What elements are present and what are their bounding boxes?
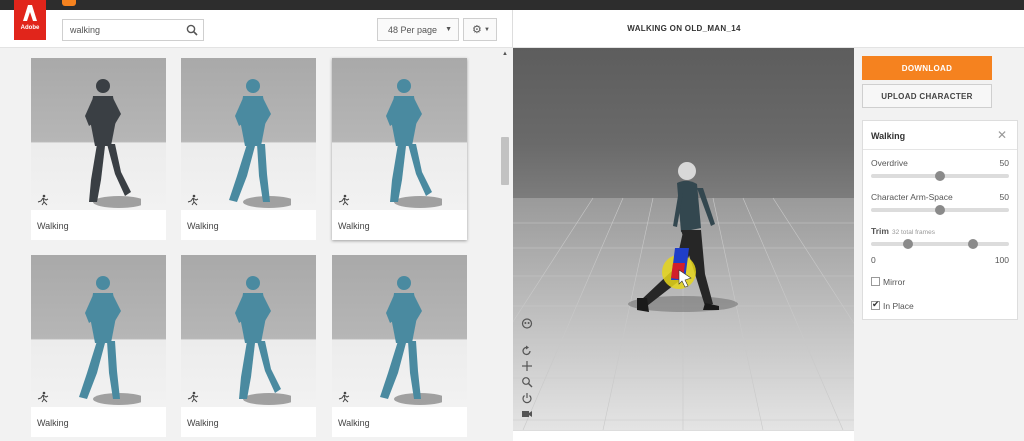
mirror-label: Mirror [883, 277, 906, 287]
camera-icon[interactable] [521, 408, 533, 420]
scrollbar-thumb[interactable] [501, 137, 509, 185]
adobe-a-icon [23, 5, 37, 21]
3d-viewport[interactable] [513, 48, 854, 430]
running-man-icon [338, 194, 350, 206]
viewport-bottom-bar [513, 430, 854, 441]
per-page-select[interactable]: 48 Per page ▼ [377, 18, 459, 41]
in-place-checkbox[interactable] [871, 299, 880, 310]
running-man-icon [37, 194, 49, 206]
trim-max: 100 [994, 255, 1009, 265]
animation-label: Walking [187, 221, 219, 231]
mirror-checkbox[interactable] [871, 277, 880, 286]
slider-knob[interactable] [935, 205, 945, 215]
animation-thumbnail[interactable] [31, 58, 166, 210]
viewport-scene [513, 162, 854, 430]
animation-thumbnail[interactable] [332, 58, 467, 210]
in-place-option[interactable]: In Place [871, 299, 914, 311]
search-icon[interactable] [186, 24, 198, 36]
animation-card[interactable]: Walking [332, 58, 467, 240]
animation-card[interactable]: Walking [31, 58, 166, 240]
animation-card[interactable]: Walking [181, 58, 316, 240]
animation-card[interactable]: Walking [31, 255, 166, 437]
animation-grid: Walking Walking Walking Walking Walking … [0, 48, 498, 441]
power-icon[interactable] [521, 392, 533, 404]
animation-settings-panel: Walking ✕ Overdrive 50 Character Arm-Spa… [862, 120, 1018, 320]
running-man-icon [187, 194, 199, 206]
animation-label: Walking [37, 418, 69, 428]
trim-label: Trim 32 total frames [871, 226, 935, 236]
animation-label: Walking [338, 418, 370, 428]
settings-title: Walking [871, 131, 906, 141]
character-preview [380, 276, 442, 405]
mirror-option[interactable]: Mirror [871, 277, 905, 287]
animation-label: Walking [37, 221, 69, 231]
viewport-title: WALKING ON OLD_MAN_14 [627, 24, 741, 33]
animation-thumbnail[interactable] [332, 255, 467, 407]
in-place-label: In Place [883, 301, 914, 311]
gear-icon: ⚙ [472, 24, 482, 36]
trim-frames: 32 total frames [891, 229, 935, 236]
top-bar [0, 0, 1024, 10]
upload-character-button[interactable]: UPLOAD CHARACTER [862, 84, 992, 108]
settings-menu-button[interactable]: ⚙ ▼ [463, 18, 497, 41]
running-man-icon [37, 391, 49, 403]
library-scrollbar[interactable]: ▲ [498, 48, 512, 441]
trim-slider[interactable] [871, 239, 1009, 249]
library-header: 48 Per page ▼ ⚙ ▼ [0, 10, 512, 48]
animation-label: Walking [187, 418, 219, 428]
running-man-icon [187, 391, 199, 403]
animation-thumbnail[interactable] [31, 255, 166, 407]
slider-knob[interactable] [935, 171, 945, 181]
trim-end-knob[interactable] [968, 239, 979, 249]
animation-label: Walking [338, 221, 370, 231]
character-preview [79, 276, 141, 405]
arm-space-value: 50 [999, 192, 1009, 202]
arm-space-slider[interactable] [871, 205, 1009, 215]
search-input[interactable] [63, 20, 181, 40]
reset-view-icon[interactable] [521, 345, 533, 357]
character-preview [229, 79, 291, 208]
caret-down-icon: ▼ [445, 26, 452, 33]
trim-start-knob[interactable] [903, 239, 914, 249]
zoom-icon[interactable] [521, 376, 533, 388]
caret-down-icon: ▼ [484, 27, 490, 33]
animation-card[interactable]: Walking [181, 255, 316, 437]
mixamo-logo[interactable] [62, 0, 76, 6]
arm-space-label: Character Arm-Space [871, 192, 953, 202]
adobe-logo-text: Adobe [20, 25, 40, 31]
skeleton-icon[interactable] [521, 318, 533, 330]
overdrive-label: Overdrive [871, 158, 908, 168]
scroll-up-arrow-icon[interactable]: ▲ [502, 51, 508, 57]
character-preview [235, 276, 291, 405]
viewer-header: WALKING ON OLD_MAN_14 [512, 10, 1024, 48]
character-preview [85, 79, 141, 208]
divider [863, 149, 1017, 150]
download-button[interactable]: DOWNLOAD [862, 56, 992, 80]
pan-icon[interactable] [521, 360, 533, 372]
actions-panel: DOWNLOAD UPLOAD CHARACTER Walking ✕ Over… [854, 48, 1024, 441]
overdrive-value: 50 [999, 158, 1009, 168]
animation-thumbnail[interactable] [181, 255, 316, 407]
close-icon[interactable]: ✕ [997, 128, 1007, 142]
character-preview [386, 79, 442, 208]
animation-card[interactable]: Walking [332, 255, 467, 437]
search-box[interactable] [62, 19, 204, 41]
overdrive-slider[interactable] [871, 171, 1009, 181]
running-man-icon [338, 391, 350, 403]
animation-thumbnail[interactable] [181, 58, 316, 210]
adobe-logo[interactable]: Adobe [14, 0, 46, 40]
trim-min: 0 [871, 255, 876, 265]
trim-title: Trim [871, 226, 889, 236]
per-page-value: 48 Per page [388, 25, 438, 35]
